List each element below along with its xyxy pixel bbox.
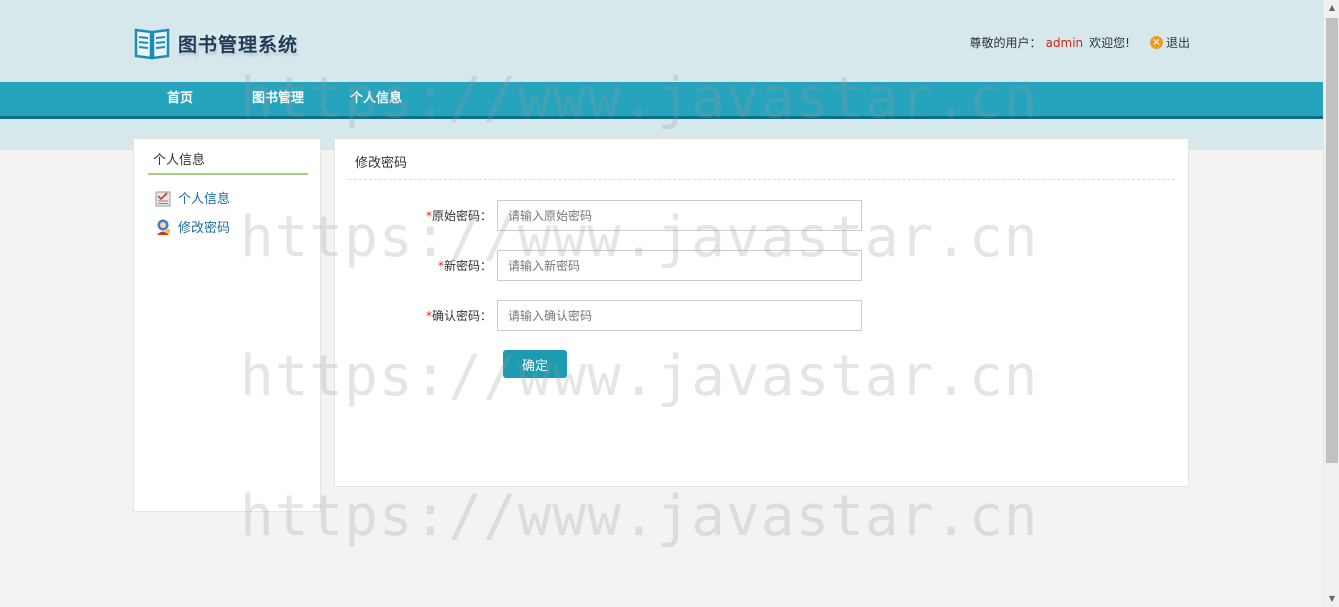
form-row-old-password: *原始密码： xyxy=(335,200,862,231)
change-password-panel: 修改密码 *原始密码： *新密码： *确认密码： 确定 xyxy=(334,138,1189,487)
form-row-new-password: *新密码： xyxy=(335,250,862,281)
greeting-prefix: 尊敬的用户： xyxy=(969,36,1042,50)
profile-doc-icon xyxy=(155,191,171,206)
user-area: 尊敬的用户： admin 欢迎您! × 退出 xyxy=(970,34,1190,51)
greeting-suffix: 欢迎您! xyxy=(1089,36,1130,50)
scroll-up-icon[interactable]: ▲ xyxy=(1324,0,1339,16)
header: 图书管理系统 尊敬的用户： admin 欢迎您! × 退出 xyxy=(0,0,1323,82)
scroll-down-icon[interactable]: ▼ xyxy=(1324,591,1339,607)
logo: 图书管理系统 xyxy=(134,26,298,60)
main-nav: 首页 图书管理 个人信息 xyxy=(0,82,1323,119)
book-icon xyxy=(134,28,170,60)
sidebar-title: 个人信息 xyxy=(148,149,308,175)
panel-title: 修改密码 xyxy=(355,156,408,171)
nav-item-personal-info[interactable]: 个人信息 xyxy=(350,82,402,116)
app-title: 图书管理系统 xyxy=(178,33,299,56)
sidebar-item-label: 修改密码 xyxy=(178,221,231,236)
user-key-icon xyxy=(157,219,170,235)
new-password-input[interactable] xyxy=(497,250,862,281)
nav-item-book-management[interactable]: 图书管理 xyxy=(252,82,304,116)
panel-divider xyxy=(349,179,1175,180)
new-password-label: *新密码： xyxy=(437,259,492,273)
sidebar-item-personal-info[interactable]: 个人信息 xyxy=(154,188,230,207)
sidebar: 个人信息 个人信息 修改密码 xyxy=(133,138,321,512)
vertical-scrollbar[interactable]: ▲ ▼ xyxy=(1323,0,1339,607)
sidebar-item-label: 个人信息 xyxy=(178,192,231,207)
form-row-confirm-password: *确认密码： xyxy=(335,300,862,331)
username: admin xyxy=(1045,35,1084,50)
logout-label: 退出 xyxy=(1165,36,1190,50)
nav-item-home[interactable]: 首页 xyxy=(167,82,193,116)
confirm-password-label: *确认密码： xyxy=(425,309,492,323)
sidebar-item-change-password[interactable]: 修改密码 xyxy=(154,217,230,236)
old-password-input[interactable] xyxy=(497,200,862,231)
scrollbar-thumb[interactable] xyxy=(1326,18,1338,463)
old-password-label: *原始密码： xyxy=(425,209,492,223)
watermark: https://www.javastar.cn xyxy=(240,484,1039,549)
close-circle-icon: × xyxy=(1149,36,1163,49)
submit-button[interactable]: 确定 xyxy=(503,350,567,378)
logout-button[interactable]: × 退出 xyxy=(1149,34,1190,51)
confirm-password-input[interactable] xyxy=(497,300,862,331)
